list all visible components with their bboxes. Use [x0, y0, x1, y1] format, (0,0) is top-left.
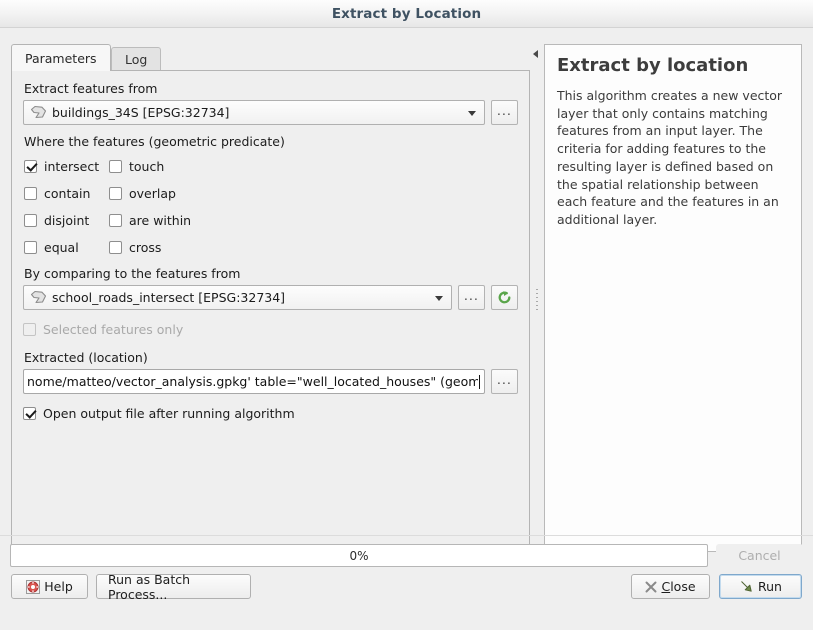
checkbox-contain[interactable]: contain: [24, 180, 109, 207]
chevron-down-icon: [468, 111, 476, 116]
close-x-icon: [645, 581, 657, 593]
panel-splitter[interactable]: [531, 44, 543, 552]
checkbox-selected-features-only-box: [23, 323, 36, 336]
run-arrow-icon: [739, 579, 754, 594]
checkbox-cross[interactable]: cross: [109, 234, 518, 261]
parameters-tab-panel: Extract features from buildings_34S [EPS…: [11, 70, 530, 552]
input-layer-combo[interactable]: buildings_34S [EPSG:32734]: [23, 100, 485, 125]
tab-log-label: Log: [125, 52, 147, 67]
output-path-input[interactable]: nome/matteo/vector_analysis.gpkg' table=…: [23, 369, 485, 394]
close-rest: lose: [670, 579, 695, 594]
geometric-predicate-label: Where the features (geometric predicate): [24, 134, 518, 149]
iterate-over-features-button[interactable]: [491, 285, 518, 310]
window-title: Extract by Location: [332, 6, 481, 22]
checkbox-open-output-file-box: [23, 407, 36, 420]
progress-bar-text: 0%: [349, 549, 368, 563]
checkbox-selected-features-only-label: Selected features only: [43, 322, 183, 337]
tab-bar: Parameters Log: [11, 44, 530, 70]
footer-left-buttons: Help Run as Batch Process...: [11, 574, 251, 599]
help-description: This algorithm creates a new vector laye…: [557, 87, 789, 229]
help-button-label: Help: [44, 579, 73, 594]
checkbox-intersect-label: intersect: [44, 159, 99, 174]
checkbox-equal[interactable]: equal: [24, 234, 109, 261]
checkbox-selected-features-only: Selected features only: [23, 316, 518, 343]
progress-row: 0% Cancel: [10, 544, 803, 567]
checkbox-overlap-box: [109, 187, 122, 200]
text-caret: [479, 375, 480, 389]
checkbox-open-output-file-label: Open output file after running algorithm: [43, 406, 295, 421]
checkbox-cross-box: [109, 241, 122, 254]
checkbox-disjoint[interactable]: disjoint: [24, 207, 109, 234]
output-row: nome/matteo/vector_analysis.gpkg' table=…: [23, 369, 518, 394]
run-as-batch-label: Run as Batch Process...: [108, 572, 239, 602]
tab-parameters-label: Parameters: [25, 51, 97, 66]
chevron-down-icon: [435, 296, 443, 301]
run-button-label: Run: [758, 579, 782, 594]
progress-bar: 0%: [10, 544, 708, 567]
help-title: Extract by location: [557, 56, 789, 76]
iterate-icon: [496, 289, 513, 306]
checkbox-intersect[interactable]: intersect: [24, 153, 109, 180]
checkbox-disjoint-label: disjoint: [44, 213, 89, 228]
lifebuoy-icon: [26, 580, 40, 594]
compare-layer-label: By comparing to the features from: [24, 266, 518, 281]
output-browse-button[interactable]: ...: [491, 369, 518, 394]
checkbox-disjoint-box: [24, 214, 37, 227]
footer-right-buttons: Close Run: [631, 574, 802, 599]
input-layer-label: Extract features from: [24, 81, 518, 96]
checkbox-touch[interactable]: touch: [109, 153, 518, 180]
checkbox-cross-label: cross: [129, 240, 161, 255]
compare-layer-row: school_roads_intersect [EPSG:32734] ...: [23, 285, 518, 310]
checkbox-touch-box: [109, 160, 122, 173]
input-layer-browse-button[interactable]: ...: [491, 100, 518, 125]
compare-layer-value: school_roads_intersect [EPSG:32734]: [52, 290, 285, 305]
window-titlebar: Extract by Location: [0, 0, 813, 28]
predicate-checkbox-grid: intersect touch contain overlap: [24, 153, 518, 261]
checkbox-are-within[interactable]: are within: [109, 207, 518, 234]
checkbox-equal-box: [24, 241, 37, 254]
tab-log[interactable]: Log: [111, 47, 161, 70]
checkbox-contain-box: [24, 187, 37, 200]
close-mnemonic: C: [661, 579, 670, 594]
dialog-footer: 0% Cancel Help Run as Batch Process...: [0, 535, 813, 630]
checkbox-open-output-file[interactable]: Open output file after running algorithm: [23, 400, 518, 427]
close-button-label: Close: [661, 579, 695, 594]
run-as-batch-button[interactable]: Run as Batch Process...: [96, 574, 251, 599]
algorithm-help-panel: Extract by location This algorithm creat…: [544, 44, 802, 552]
checkbox-overlap-label: overlap: [129, 186, 176, 201]
close-button[interactable]: Close: [631, 574, 710, 599]
input-layer-value: buildings_34S [EPSG:32734]: [52, 105, 229, 120]
parameters-pane: Parameters Log Extract features from bui…: [11, 44, 530, 552]
polygon-layer-icon: [30, 290, 47, 305]
dialog-body: Parameters Log Extract features from bui…: [0, 29, 813, 630]
run-button[interactable]: Run: [719, 574, 802, 599]
output-label: Extracted (location): [24, 350, 518, 365]
polygon-layer-icon: [30, 105, 47, 120]
input-layer-row: buildings_34S [EPSG:32734] ...: [23, 100, 518, 125]
checkbox-are-within-box: [109, 214, 122, 227]
splitter-grip-icon[interactable]: [536, 289, 538, 313]
cancel-button: Cancel: [716, 544, 803, 567]
tab-parameters[interactable]: Parameters: [11, 44, 111, 71]
checkbox-contain-label: contain: [44, 186, 90, 201]
checkbox-equal-label: equal: [44, 240, 79, 255]
compare-layer-combo[interactable]: school_roads_intersect [EPSG:32734]: [23, 285, 452, 310]
collapse-left-arrow-icon[interactable]: [533, 50, 538, 58]
output-path-value: nome/matteo/vector_analysis.gpkg' table=…: [27, 374, 478, 389]
help-button[interactable]: Help: [11, 574, 88, 599]
checkbox-intersect-box: [24, 160, 37, 173]
checkbox-touch-label: touch: [129, 159, 164, 174]
checkbox-are-within-label: are within: [129, 213, 191, 228]
checkbox-overlap[interactable]: overlap: [109, 180, 518, 207]
compare-layer-browse-button[interactable]: ...: [458, 285, 485, 310]
